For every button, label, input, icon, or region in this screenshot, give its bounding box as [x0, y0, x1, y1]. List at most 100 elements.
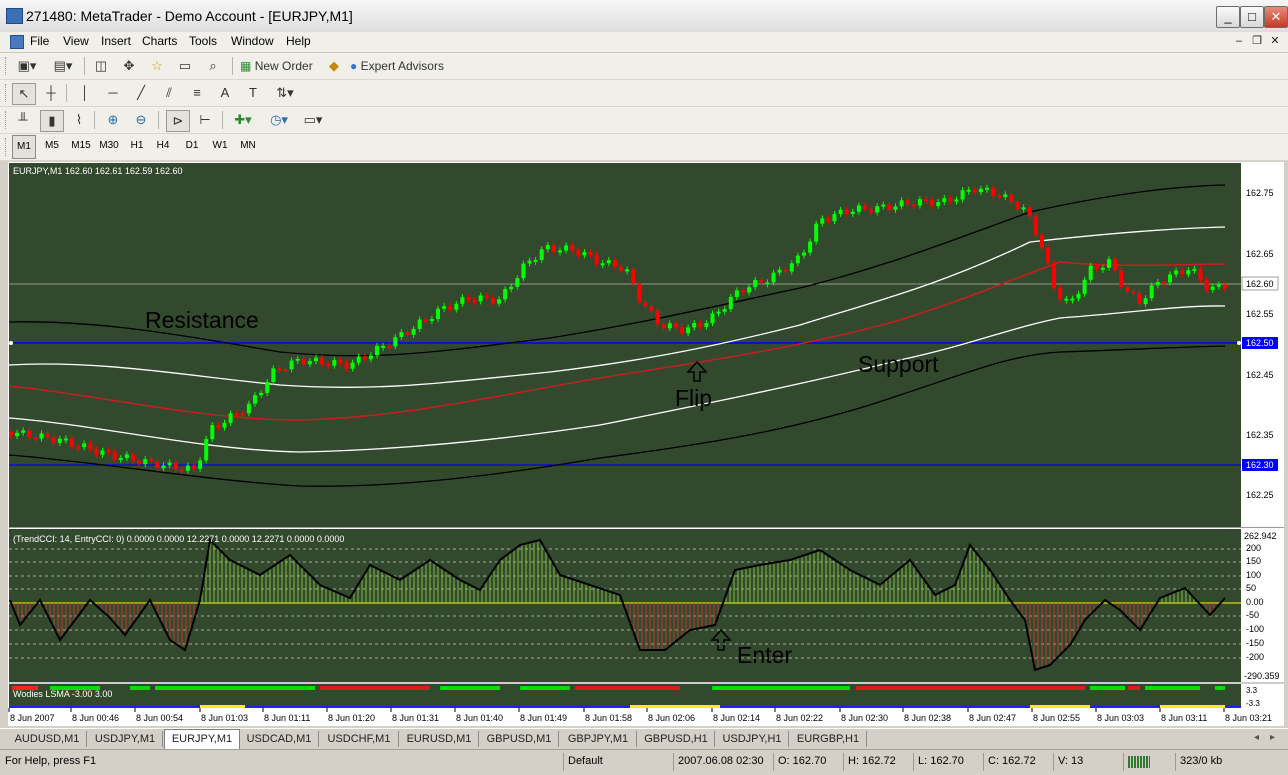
chart-window-icon[interactable]	[10, 35, 24, 49]
candle-body	[131, 454, 135, 461]
tab-usdchf-m1[interactable]: USDCHF,M1	[320, 731, 399, 747]
lsma-segment	[1215, 686, 1225, 690]
candle-body	[558, 250, 562, 253]
level-handle[interactable]	[9, 341, 13, 345]
tab-scroll-left-icon[interactable]: ◂	[1254, 732, 1259, 743]
fibonacci-icon[interactable]: ≡	[186, 83, 208, 103]
tab-usdcad-m1[interactable]: USDCAD,M1	[240, 731, 319, 747]
horizontal-line-icon[interactable]: ─	[102, 83, 124, 103]
price-tick: 162.50	[1246, 338, 1274, 348]
maximize-button[interactable]: □	[1240, 6, 1264, 28]
menu-file[interactable]: File	[30, 34, 49, 48]
candle-body	[460, 297, 465, 304]
chart-canvas[interactable]: EURJPY,M1 162.60 162.61 162.59 162.60 Re…	[8, 162, 1284, 726]
periods-icon[interactable]: ◷▾	[264, 110, 294, 130]
timeframe-m1[interactable]: M1	[12, 135, 36, 159]
tab-gbpjpy-m1[interactable]: GBPJPY,M1	[560, 731, 637, 747]
crosshair-tool-icon[interactable]: ┼	[40, 83, 62, 103]
candle-body	[619, 267, 623, 271]
new-chart-button[interactable]: ▣▾	[12, 56, 42, 76]
profiles-button[interactable]: ▤▾	[48, 56, 78, 76]
tab-usdjpy-h1[interactable]: USDJPY,H1	[716, 731, 789, 747]
navigator-icon[interactable]: ☆	[146, 56, 168, 76]
new-order-button[interactable]: ▦ New Order	[240, 56, 320, 76]
support-label[interactable]: Support	[858, 351, 939, 377]
equidistant-channel-icon[interactable]: ⫽	[158, 83, 180, 103]
strategy-tester-icon[interactable]: ⌕	[202, 56, 224, 76]
candle-body	[9, 432, 13, 437]
candle-body	[588, 252, 593, 255]
tab-gbpusd-m1[interactable]: GBPUSD,M1	[480, 731, 559, 747]
candle-body	[362, 356, 367, 360]
close-button[interactable]: ✕	[1264, 6, 1288, 28]
level-handle[interactable]	[1237, 341, 1241, 345]
timeframe-h4[interactable]: H4	[152, 135, 174, 157]
mdi-close-button[interactable]: ✕	[1268, 34, 1282, 48]
tab-audusd-m1[interactable]: AUDUSD,M1	[8, 731, 87, 747]
candle-body	[875, 206, 880, 213]
candle-body	[728, 296, 733, 310]
chart-window[interactable]: EURJPY,M1 162.60 162.61 162.59 162.60 Re…	[8, 162, 1284, 726]
timeframe-h1[interactable]: H1	[126, 135, 148, 157]
menu-window[interactable]: Window	[231, 34, 274, 48]
tab-eurjpy-m1[interactable]: EURJPY,M1	[164, 729, 240, 749]
tab-usdjpy-m1[interactable]: USDJPY,M1	[88, 731, 163, 747]
cursor-tool-icon[interactable]: ↖	[12, 83, 36, 105]
flip-label[interactable]: Flip	[675, 385, 712, 411]
text-tool-icon[interactable]: A	[214, 83, 236, 103]
menu-help[interactable]: Help	[286, 34, 311, 48]
candle-body	[533, 259, 538, 262]
minimize-button[interactable]: _	[1216, 6, 1240, 28]
mdi-minimize-button[interactable]: –	[1232, 34, 1246, 48]
menu-view[interactable]: View	[63, 34, 89, 48]
candle-body	[924, 199, 928, 202]
menu-insert[interactable]: Insert	[101, 34, 131, 48]
connection-status-icon	[1128, 756, 1150, 768]
arrows-icon[interactable]: ⇅▾	[270, 83, 300, 103]
timeframe-w1[interactable]: W1	[209, 135, 231, 157]
tab-eurusd-m1[interactable]: EURUSD,M1	[400, 731, 479, 747]
timeframe-d1[interactable]: D1	[181, 135, 203, 157]
timeframe-m5[interactable]: M5	[40, 135, 64, 157]
candle-body	[503, 289, 508, 300]
zoom-out-icon[interactable]: ⊖	[130, 110, 152, 130]
experts-toggle-icon[interactable]: ◆	[323, 56, 345, 76]
chart-shift-icon[interactable]: ⊢	[194, 110, 216, 130]
templates-icon[interactable]: ▭▾	[298, 110, 328, 130]
candlestick-chart-icon[interactable]: ▮	[40, 110, 64, 132]
status-separator	[983, 753, 984, 771]
toolbar-separator	[222, 111, 223, 129]
candle-body	[124, 454, 129, 459]
candle-body	[1119, 270, 1124, 287]
candle-body	[1064, 298, 1069, 301]
time-tick: 8 Jun 2007	[10, 713, 55, 723]
auto-scroll-icon[interactable]: ⊳	[166, 110, 190, 132]
menu-tools[interactable]: Tools	[189, 34, 217, 48]
bar-chart-icon[interactable]: ╨	[12, 110, 34, 130]
candle-body	[478, 295, 483, 302]
candle-body	[454, 303, 459, 310]
expert-advisors-label: Expert Advisors	[360, 59, 444, 73]
timeframe-mn[interactable]: MN	[236, 135, 260, 157]
line-chart-icon[interactable]: ⌇	[68, 110, 90, 130]
resistance-label[interactable]: Resistance	[145, 307, 259, 333]
terminal-icon[interactable]: ▭	[174, 56, 196, 76]
data-window-icon[interactable]: ✥	[118, 56, 140, 76]
menu-charts[interactable]: Charts	[142, 34, 177, 48]
candle-body	[277, 368, 282, 371]
mdi-restore-button[interactable]: ❐	[1250, 34, 1264, 48]
trendline-icon[interactable]: ╱	[130, 83, 152, 103]
tab-gbpusd-h1[interactable]: GBPUSD,H1	[638, 731, 715, 747]
timeframe-m30[interactable]: M30	[96, 135, 122, 157]
vertical-line-icon[interactable]: │	[74, 83, 96, 103]
enter-label[interactable]: Enter	[737, 642, 792, 668]
expert-advisors-button[interactable]: ● Expert Advisors	[350, 56, 456, 76]
market-watch-icon[interactable]: ◫	[90, 56, 112, 76]
text-label-icon[interactable]: T	[242, 83, 264, 103]
timeframe-m15[interactable]: M15	[68, 135, 94, 157]
cci-tick: 50	[1246, 583, 1256, 593]
zoom-in-icon[interactable]: ⊕	[102, 110, 124, 130]
tab-scroll-right-icon[interactable]: ▸	[1270, 732, 1275, 743]
indicators-icon[interactable]: ✚▾	[228, 110, 258, 130]
tab-eurgbp-h1[interactable]: EURGBP,H1	[790, 731, 867, 747]
